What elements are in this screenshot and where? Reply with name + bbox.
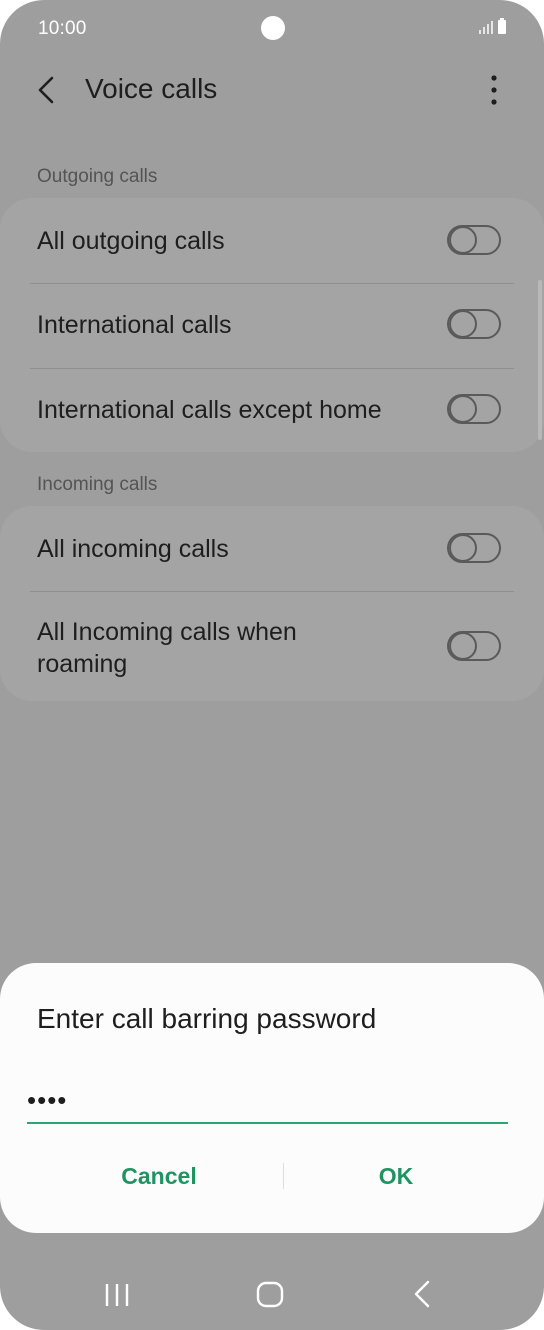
password-field[interactable] [27,1078,508,1124]
setting-row-all-outgoing[interactable]: All outgoing calls [0,198,544,283]
battery-icon [498,18,506,34]
toggle-switch[interactable] [447,533,501,563]
toggle-switch[interactable] [447,394,501,424]
back-arrow-icon [38,76,54,104]
nav-back-icon [414,1280,430,1308]
home-icon [256,1281,284,1308]
toggle-knob [449,310,477,338]
setting-label: All incoming calls [37,535,229,563]
page-title: Voice calls [85,73,218,104]
status-time: 10:00 [38,18,87,39]
setting-label-line: roaming [37,650,128,678]
setting-label: All Incoming calls when roaming [37,616,297,680]
nav-back-button[interactable] [392,1272,452,1316]
toggle-knob [449,534,477,562]
camera-cutout [261,16,285,40]
toggle-knob [449,226,477,254]
incoming-calls-card: All incoming calls All Incoming calls wh… [0,506,544,701]
toggle-knob [449,632,477,660]
setting-label: All outgoing calls [37,227,225,255]
setting-row-international[interactable]: International calls [0,284,544,368]
recents-icon [105,1284,129,1306]
back-button[interactable] [28,70,68,110]
signal-icon [479,20,493,34]
setting-label: International calls except home [37,396,382,424]
toggle-switch[interactable] [447,631,501,661]
recents-button[interactable] [88,1272,148,1316]
phone-screen: 10:00 Voice calls Outgoing calls All out… [0,0,544,1330]
toggle-knob [449,395,477,423]
outgoing-calls-card: All outgoing calls International calls I… [0,198,544,452]
dialog-title: Enter call barring password [37,1003,377,1034]
more-options-icon [491,75,497,105]
section-header-incoming: Incoming calls [37,474,158,495]
setting-label-line: All Incoming calls when [37,618,297,646]
status-icons [479,18,506,34]
toggle-switch[interactable] [447,225,501,255]
setting-row-incoming-roaming[interactable]: All Incoming calls when roaming [0,592,544,701]
ok-button[interactable]: OK [271,1151,521,1201]
password-dialog: Enter call barring password Cancel OK [0,963,544,1233]
toggle-switch[interactable] [447,309,501,339]
more-options-button[interactable] [474,70,514,110]
cancel-button[interactable]: Cancel [34,1151,284,1201]
setting-row-all-incoming[interactable]: All incoming calls [0,506,544,591]
scrollbar-thumb[interactable] [538,280,542,440]
section-header-outgoing: Outgoing calls [37,166,158,187]
setting-row-international-except-home[interactable]: International calls except home [0,369,544,452]
home-button[interactable] [240,1272,300,1316]
setting-label: International calls [37,311,232,339]
